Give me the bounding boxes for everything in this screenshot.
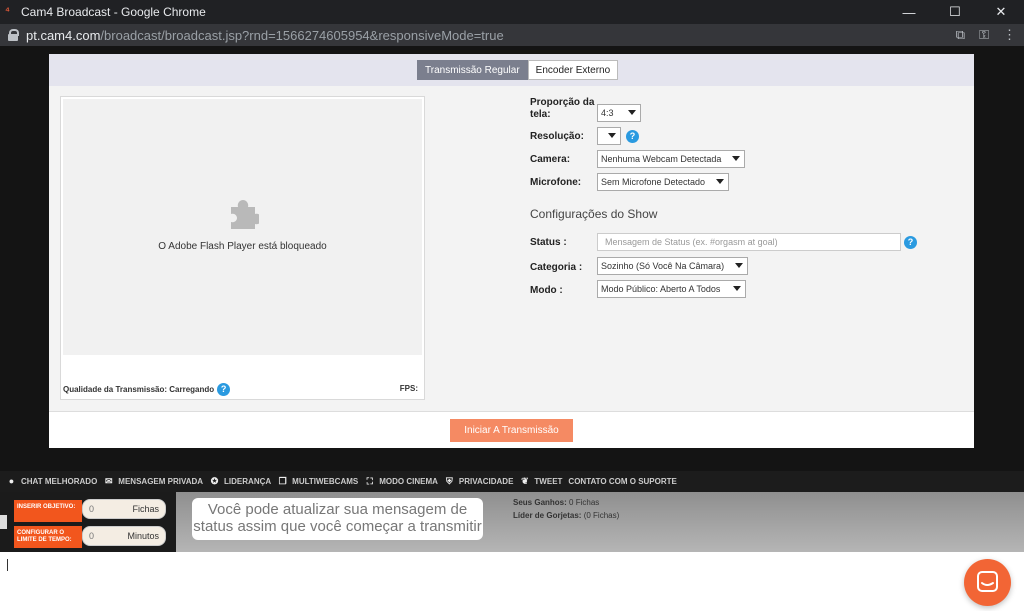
close-button[interactable]: ✕	[978, 0, 1024, 24]
goal-time-label: CONFIGURAR O LIMITE DE TEMPO:	[14, 526, 82, 548]
resolution-label: Resolução:	[530, 131, 584, 142]
broadcast-toolbar: ● CHAT MELHORADO ✉ MENSAGEM PRIVADA ✪ LIDER…	[0, 471, 1024, 492]
broadcast-tabs: Transmissão Regular Encoder Externo	[417, 60, 619, 80]
flash-blocked-message: O Adobe Flash Player está bloqueado	[158, 241, 327, 252]
camera-label: Camera:	[530, 154, 571, 165]
address-bar[interactable]: pt.cam4.com/broadcast/broadcast.jsp?rnd=…	[0, 24, 1024, 46]
chevron-down-icon	[628, 110, 636, 115]
chevron-down-icon	[733, 286, 741, 291]
window-title: Cam4 Broadcast - Google Chrome	[21, 5, 206, 19]
status-info-icon[interactable]: ?	[904, 236, 917, 249]
category-select[interactable]: Sozinho (Só Você Na Câmara)	[597, 257, 748, 275]
lock-icon	[8, 29, 19, 41]
chat-bubble-icon: ●	[8, 476, 15, 486]
chevron-down-icon	[608, 133, 616, 138]
tab-regular-broadcast[interactable]: Transmissão Regular	[417, 60, 528, 80]
toolbar-tweet[interactable]: ❦ TWEET	[519, 476, 562, 487]
panel-header: Transmissão Regular Encoder Externo	[49, 54, 974, 86]
toolbar-privacy[interactable]: ⛨ PRIVACIDADE	[444, 476, 513, 487]
cam4-logo-icon: ⁴	[5, 6, 10, 17]
category-label: Categoria :	[530, 262, 583, 273]
status-label: Status :	[530, 237, 567, 248]
microphone-select[interactable]: Sem Microfone Detectado	[597, 173, 729, 191]
toolbar-leaderboard[interactable]: ✪ LIDERANÇA	[209, 476, 271, 487]
shield-icon: ⛨	[446, 476, 453, 486]
text-cursor	[7, 559, 8, 571]
chat-support-button[interactable]	[964, 559, 1011, 606]
chevron-down-icon	[716, 179, 724, 184]
toolbar-cinema-mode[interactable]: ⛶ MODO CINEMA	[364, 476, 438, 487]
microphone-label: Microfone:	[530, 177, 582, 188]
aspect-ratio-label: Proporção da tela:	[530, 97, 595, 120]
start-broadcast-button[interactable]: Iniciar A Transmissão	[450, 419, 573, 442]
broadcast-panel: Transmissão Regular Encoder Externo O Ad…	[49, 54, 974, 448]
earnings: Seus Ganhos: 0 Fichas	[513, 498, 600, 507]
page-background: Transmissão Regular Encoder Externo O Ad…	[0, 46, 1024, 471]
stream-quality: Qualidade da Transmissão: Carregando ?	[63, 383, 231, 396]
tab-external-encoder[interactable]: Encoder Externo	[527, 60, 619, 80]
minimize-button[interactable]: —	[886, 0, 932, 24]
status-area: INSERIR OBJETIVO: 0 Fichas CONFIGURAR O L…	[0, 492, 1024, 552]
plugin-puzzle-icon	[231, 200, 259, 229]
goal-objective-label: INSERIR OBJETIVO:	[14, 500, 82, 522]
info-icon[interactable]: ?	[217, 383, 231, 396]
status-tip-bubble: Você pode atualizar sua mensagem de stat…	[192, 498, 483, 540]
goal-box: INSERIR OBJETIVO: 0 Fichas CONFIGURAR O L…	[0, 492, 176, 552]
fps-label: FPS:	[399, 384, 418, 393]
goal-time-input[interactable]: 0 Minutos	[82, 526, 166, 546]
more-menu-icon[interactable]: ⋮	[1003, 27, 1016, 43]
show-settings-title: Configurações do Show	[530, 207, 658, 221]
chevron-down-icon	[732, 156, 740, 161]
mode-label: Modo :	[530, 285, 563, 296]
extension-blocked-icon[interactable]: ⧉	[956, 27, 965, 43]
side-toggle-tab[interactable]	[0, 515, 7, 529]
aspect-ratio-select[interactable]: 4:3	[597, 104, 641, 122]
chevron-down-icon	[735, 263, 743, 268]
url-text[interactable]: pt.cam4.com/broadcast/broadcast.jsp?rnd=…	[26, 28, 956, 43]
chat-icon	[977, 571, 998, 592]
video-preview: O Adobe Flash Player está bloqueado Qual…	[60, 96, 425, 400]
key-icon[interactable]: ⚿	[979, 27, 989, 43]
resolution-select[interactable]	[597, 127, 621, 145]
toolbar-chat[interactable]: ● CHAT MELHORADO	[6, 476, 98, 487]
status-input[interactable]: Mensagem de Status (ex. #orgasm at goal)	[597, 233, 901, 251]
toolbar-support[interactable]: CONTATO COM O SUPORTE	[568, 477, 676, 486]
camera-select[interactable]: Nenhuma Webcam Detectada	[597, 150, 745, 168]
top-tipper: Líder de Gorjetas: (0 Fichas)	[513, 511, 620, 520]
maximize-button[interactable]: ☐	[932, 0, 978, 24]
flash-player-area[interactable]: O Adobe Flash Player está bloqueado	[63, 99, 422, 355]
medal-icon: ✪	[210, 476, 219, 486]
envelope-icon: ✉	[105, 476, 113, 486]
multi-window-icon: ❐	[278, 476, 287, 486]
twitter-bird-icon: ❦	[521, 476, 529, 486]
toolbar-multiwebcams[interactable]: ❐ MULTIWEBCAMS	[277, 476, 359, 487]
panel-footer: Iniciar A Transmissão	[49, 411, 974, 448]
resolution-info-icon[interactable]: ?	[626, 130, 639, 143]
window-titlebar: ⁴ Cam4 Broadcast - Google Chrome — ☐ ✕	[0, 0, 1024, 24]
fullscreen-icon: ⛶	[366, 476, 373, 486]
toolbar-private-message[interactable]: ✉ MENSAGEM PRIVADA	[103, 476, 203, 487]
mode-select[interactable]: Modo Público: Aberto A Todos	[597, 280, 746, 298]
goal-objective-input[interactable]: 0 Fichas	[82, 499, 166, 519]
